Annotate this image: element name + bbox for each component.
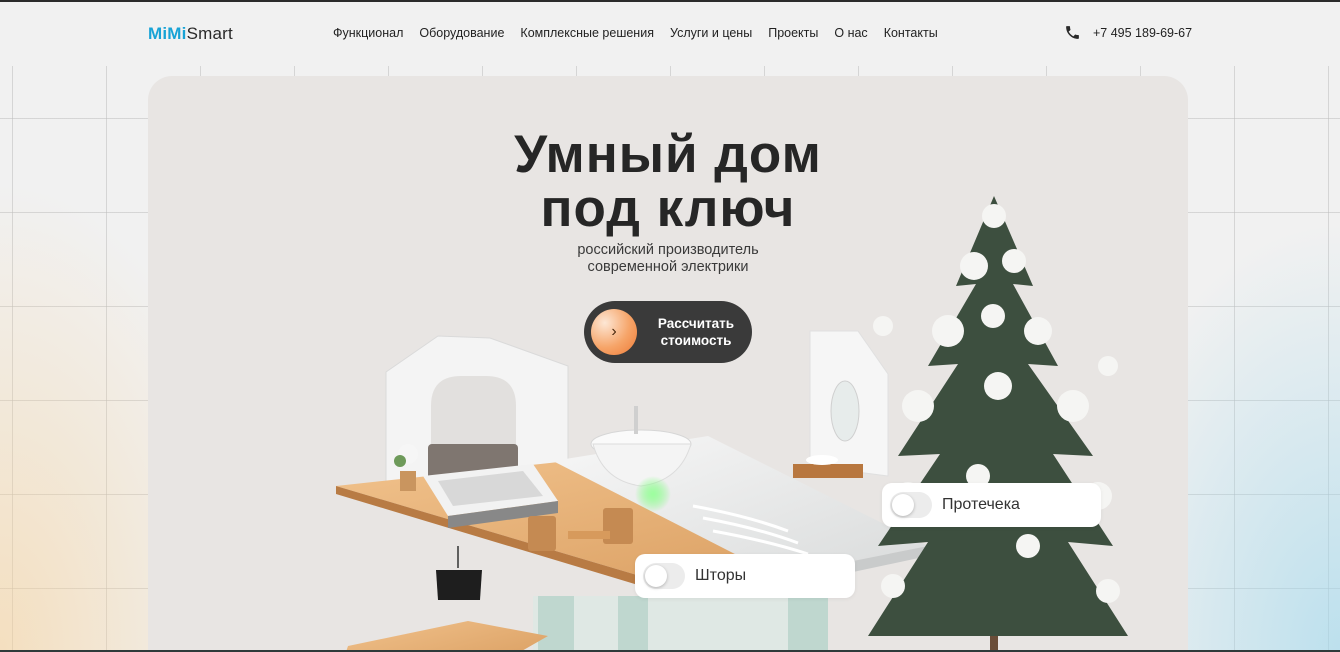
phone-contact[interactable]: +7 495 189-69-67 bbox=[1064, 24, 1192, 41]
cta-label: Рассчитать стоимость bbox=[652, 315, 740, 349]
curtains-toggle-label: Шторы bbox=[695, 567, 747, 584]
nav-link-equipment[interactable]: Оборудование bbox=[419, 26, 504, 40]
logo-part-mimi: MiMi bbox=[148, 24, 187, 43]
phone-number: +7 495 189-69-67 bbox=[1093, 25, 1193, 40]
logo[interactable]: MiMiSmart bbox=[148, 24, 233, 44]
cta-arrow-circle: › bbox=[591, 309, 637, 355]
phone-icon bbox=[1066, 26, 1079, 39]
logo-part-smart: Smart bbox=[186, 24, 233, 43]
leak-toggle-label: Протечека bbox=[942, 496, 1020, 513]
hero-subtitle-line1: российский производитель bbox=[577, 242, 759, 258]
main-nav: Функционал Оборудование Комплексные реше… bbox=[333, 26, 938, 40]
nav-link-services-prices[interactable]: Услуги и цены bbox=[670, 26, 752, 40]
hero-title-line2: под ключ bbox=[540, 179, 796, 238]
leak-toggle-knob bbox=[892, 494, 914, 516]
hero-section: Умный дом под ключ российский производит… bbox=[148, 76, 1188, 652]
calculate-cost-button[interactable]: › Рассчитать стоимость bbox=[584, 301, 752, 363]
curtains-toggle-switch[interactable] bbox=[643, 563, 685, 589]
nav-link-functional[interactable]: Функционал bbox=[333, 26, 403, 40]
hero-title: Умный дом под ключ bbox=[148, 128, 1188, 236]
cta-label-line2: стоимость bbox=[660, 333, 732, 348]
chevron-right-icon: › bbox=[611, 323, 617, 340]
nav-link-about[interactable]: О нас bbox=[834, 26, 867, 40]
leak-toggle-card[interactable]: Протечека bbox=[882, 483, 1101, 527]
nav-link-complex-solutions[interactable]: Комплексные решения bbox=[520, 26, 654, 40]
nav-link-projects[interactable]: Проекты bbox=[768, 26, 818, 40]
leak-toggle-switch[interactable] bbox=[890, 492, 932, 518]
hero-subtitle-line2: современной электрики bbox=[587, 259, 749, 275]
curtains-toggle-knob bbox=[645, 565, 667, 587]
hero-subtitle: российский производитель современной эле… bbox=[148, 242, 1188, 276]
nav-link-contacts[interactable]: Контакты bbox=[884, 26, 938, 40]
curtains-toggle-card[interactable]: Шторы bbox=[635, 554, 855, 598]
cta-label-line1: Рассчитать bbox=[657, 316, 735, 331]
hero-title-line1: Умный дом bbox=[514, 125, 822, 184]
site-header: MiMiSmart Функционал Оборудование Компле… bbox=[0, 2, 1340, 64]
